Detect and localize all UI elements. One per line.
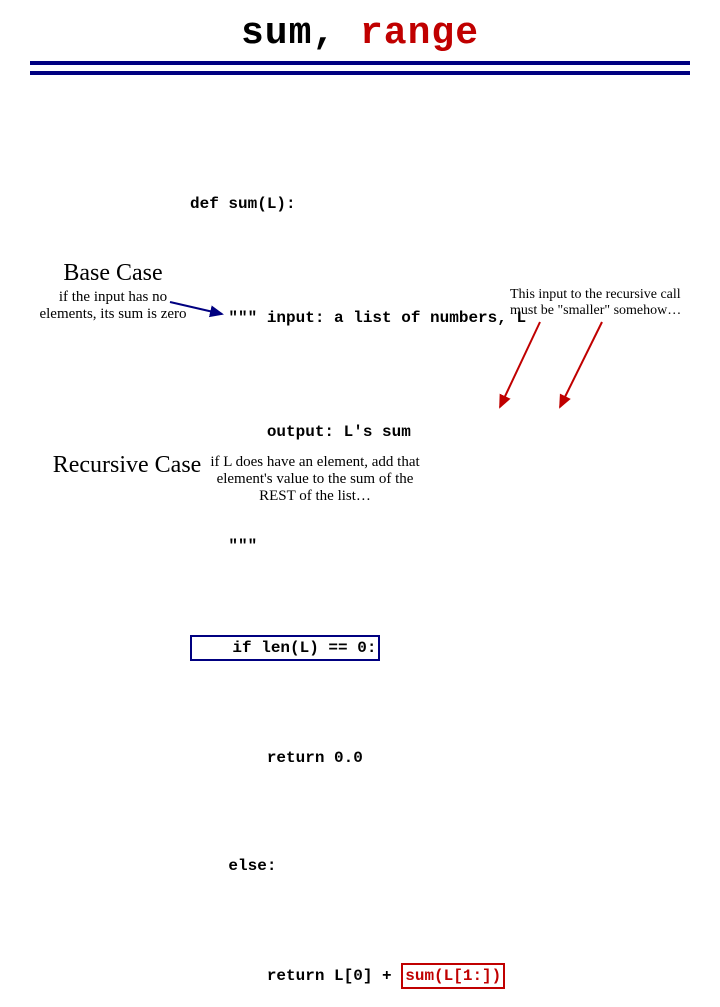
code-line-if: if len(L) == 0: (190, 635, 526, 661)
slide-title: sum, range (0, 12, 720, 55)
code-block: def sum(L): """ input: a list of numbers… (190, 157, 526, 1007)
if-box: if len(L) == 0: (190, 635, 380, 661)
code-line-return0: return 0.0 (190, 747, 526, 769)
smaller-note: This input to the recursive call must be… (510, 287, 710, 319)
code-line-docout: output: L's sum (190, 421, 526, 443)
code-line-docend: """ (190, 535, 526, 557)
code-line-def: def sum(L): (190, 193, 526, 215)
base-case-heading: Base Case (38, 260, 188, 287)
base-case-label: Base Case if the input has no elements, … (38, 260, 188, 323)
code-line-return-rec: return L[0] + sum(L[1:]) (190, 963, 526, 989)
arrow-smaller-2 (560, 322, 602, 407)
recursive-case-heading: Recursive Case (52, 452, 202, 478)
recursive-case-label: Recursive Case (52, 452, 202, 478)
title-word-sum: sum, (241, 12, 336, 55)
recursive-call-box: sum(L[1:]) (401, 963, 505, 989)
title-underline (30, 61, 690, 75)
code-line-docin: """ input: a list of numbers, L (190, 307, 526, 329)
title-word-range: range (360, 12, 479, 55)
base-case-sub: if the input has no elements, its sum is… (38, 289, 188, 323)
code-line-else: else: (190, 855, 526, 877)
recursive-case-sub: if L does have an element, add that elem… (200, 454, 430, 505)
